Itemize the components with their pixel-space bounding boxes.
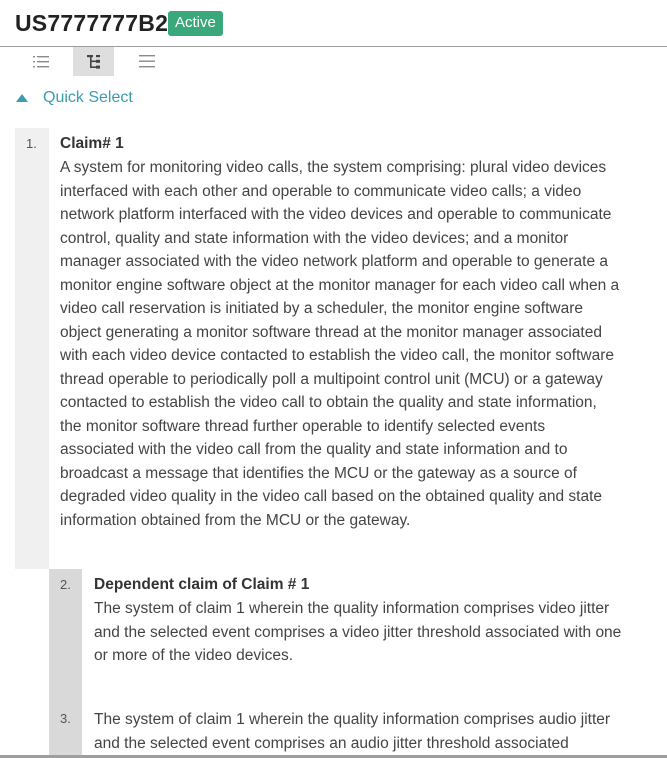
- claim-number: 2.: [60, 577, 71, 592]
- claim-2-indent-bar: [49, 569, 82, 758]
- claim-1-indent-bar: [15, 128, 49, 569]
- text-view-button[interactable]: [126, 47, 167, 76]
- claim-text: The system of claim 1 wherein the qualit…: [94, 600, 622, 664]
- tree-view-button[interactable]: [73, 47, 114, 76]
- quick-select-toggle[interactable]: Quick Select: [16, 89, 133, 107]
- patent-number: US7777777B2: [15, 10, 169, 36]
- claim-text: A system for monitoring video calls, the…: [60, 159, 620, 529]
- tree-icon: [86, 54, 100, 69]
- claim-number: 3.: [60, 711, 71, 726]
- claim-text: The system of claim 1 wherein the qualit…: [94, 711, 611, 752]
- claim-heading: Dependent claim of Claim # 1: [94, 576, 310, 593]
- claim-number: 1.: [26, 136, 37, 151]
- claim-heading: Claim# 1: [60, 135, 124, 152]
- menu-icon: [138, 55, 155, 68]
- list-view-button[interactable]: [20, 47, 61, 76]
- list-icon: [32, 55, 49, 67]
- patent-header: US7777777B2 Active: [0, 0, 667, 47]
- quick-select-label: Quick Select: [43, 89, 133, 106]
- status-badge: Active: [168, 11, 223, 36]
- triangle-up-icon: [16, 94, 28, 102]
